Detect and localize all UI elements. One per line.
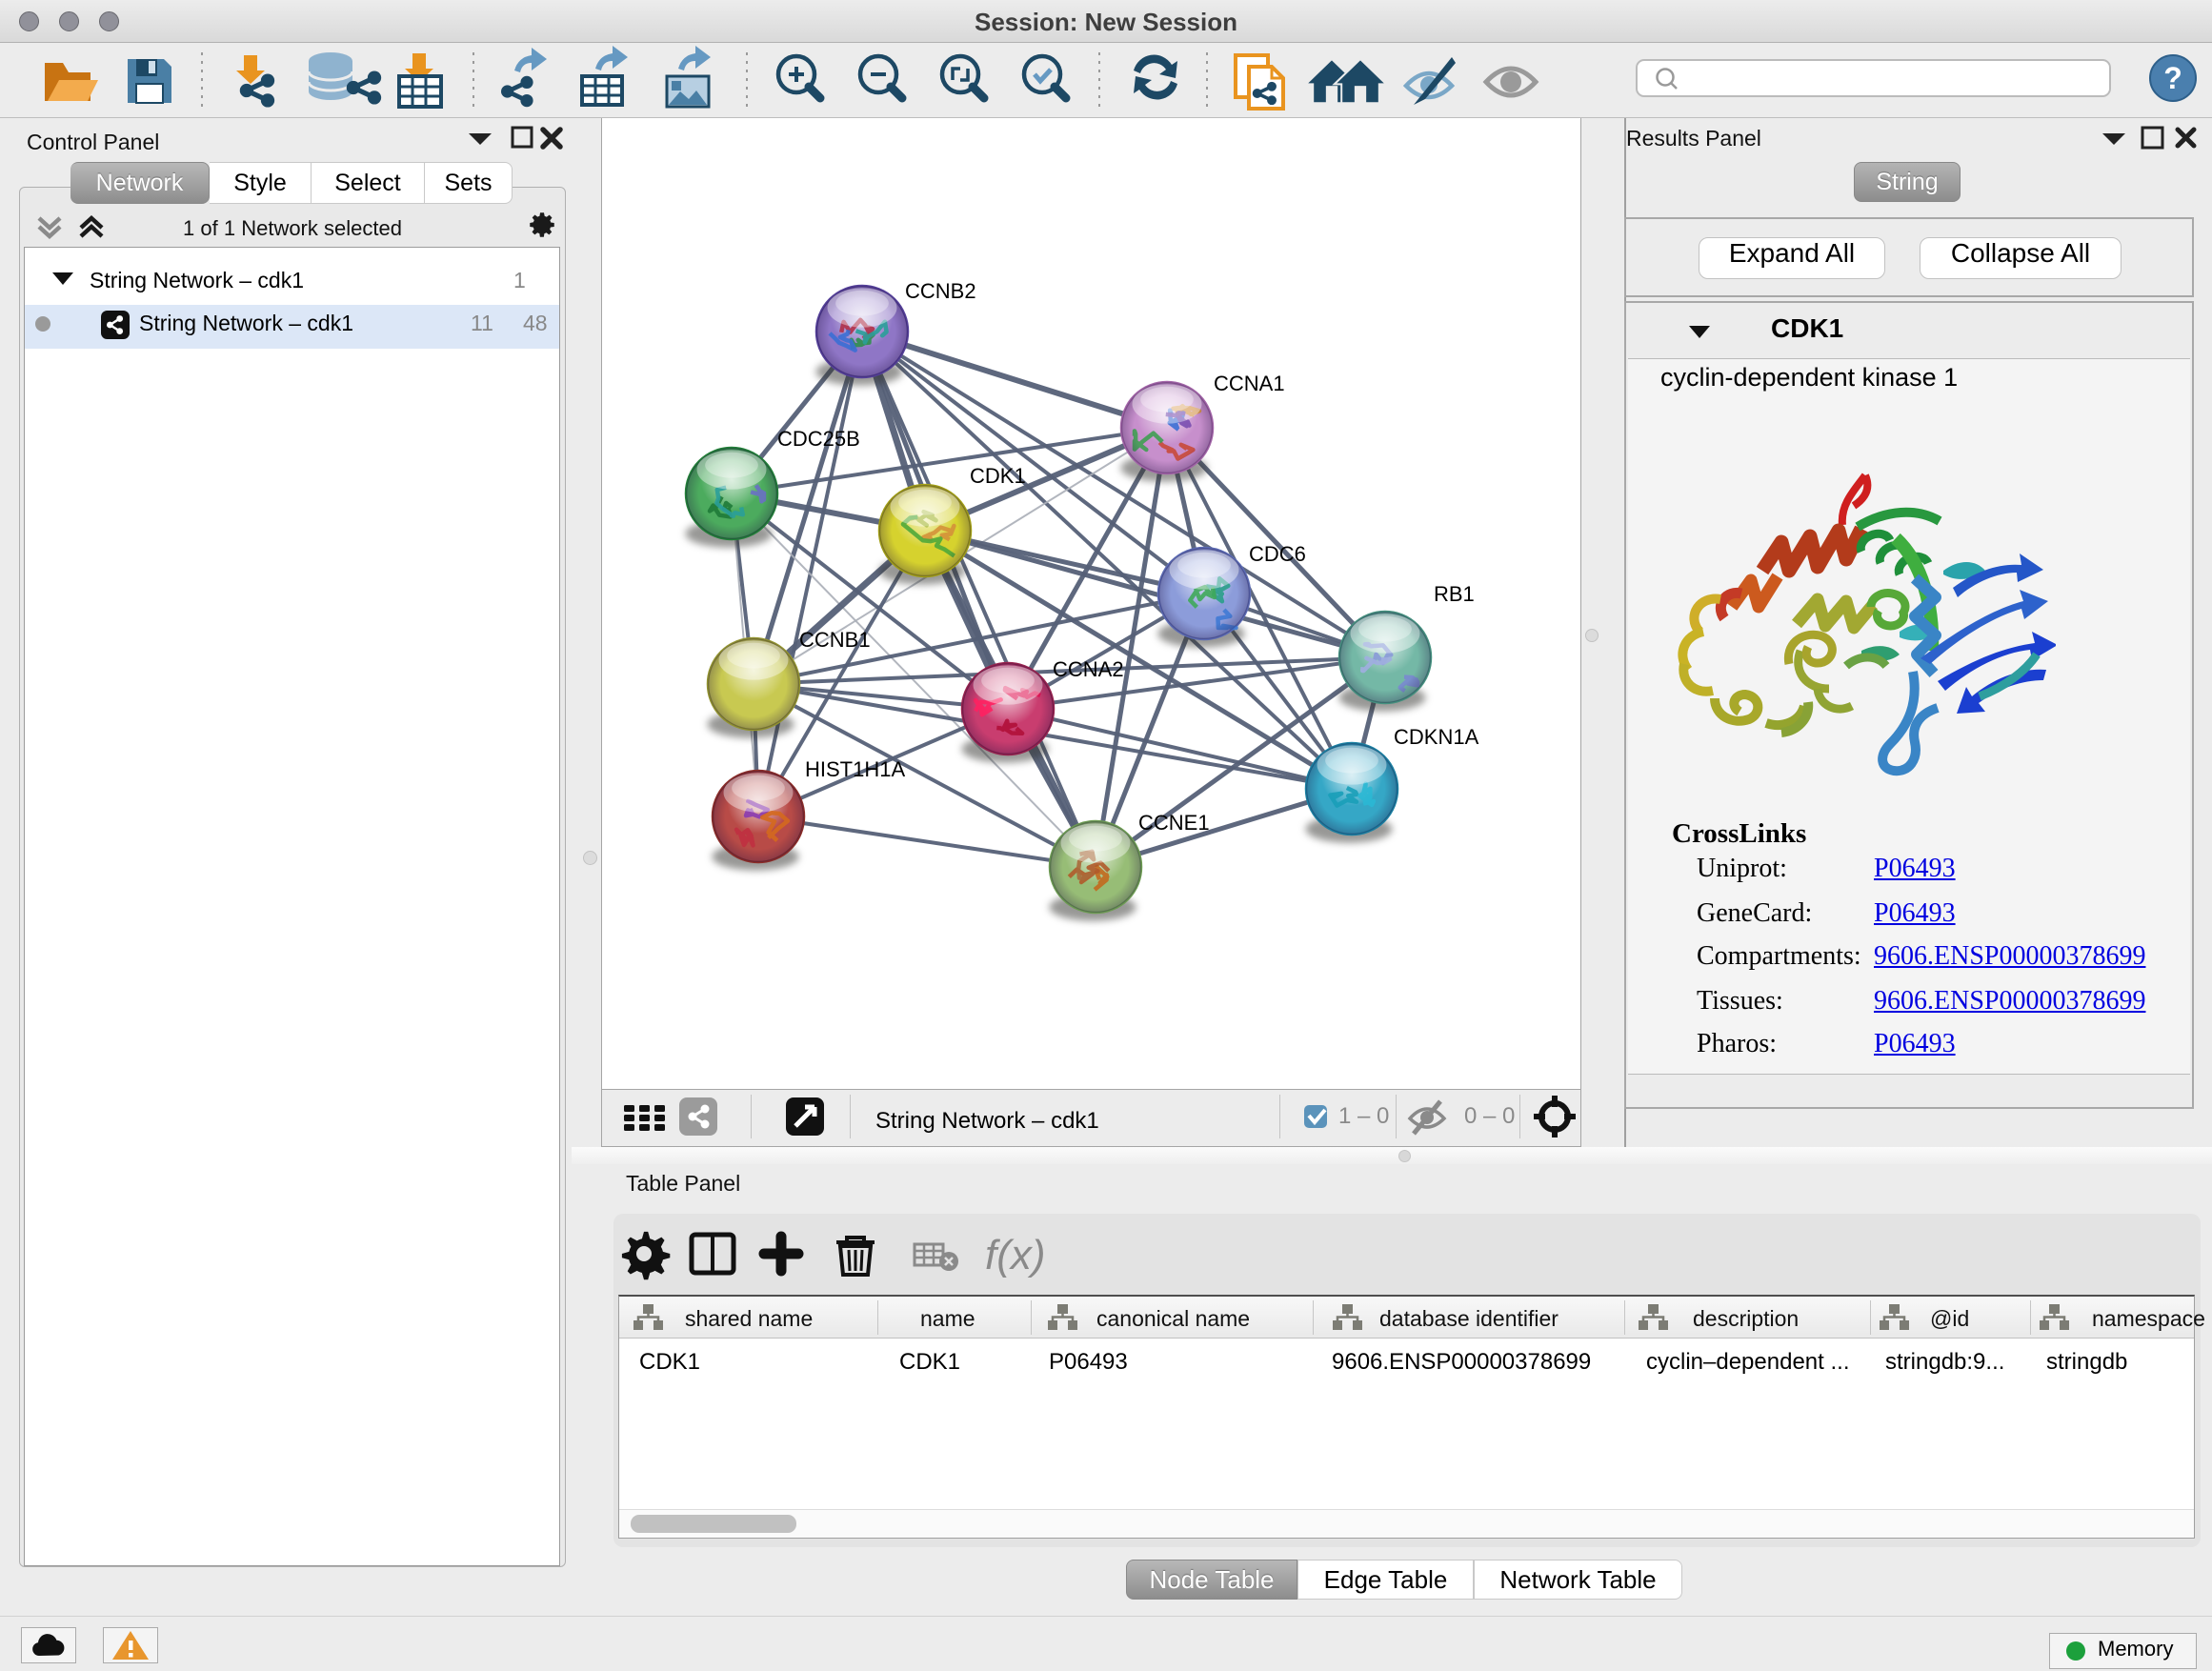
- svg-text:CCNA1: CCNA1: [1214, 372, 1285, 395]
- svg-text:CCNE1: CCNE1: [1138, 811, 1210, 835]
- svg-text:CDK1: CDK1: [970, 464, 1026, 488]
- svg-text:CDKN1A: CDKN1A: [1394, 725, 1479, 749]
- svg-text:CCNB2: CCNB2: [905, 279, 976, 303]
- svg-text:RB1: RB1: [1434, 582, 1475, 606]
- svg-text:CCNB1: CCNB1: [799, 628, 871, 652]
- svg-text:CDC6: CDC6: [1249, 542, 1306, 566]
- svg-text:CCNA2: CCNA2: [1053, 657, 1124, 681]
- svg-text:?: ?: [2163, 61, 2182, 95]
- svg-text:CDC25B: CDC25B: [777, 427, 860, 451]
- svg-text:HIST1H1A: HIST1H1A: [805, 757, 905, 781]
- svg-text:f(x): f(x): [985, 1232, 1046, 1278]
